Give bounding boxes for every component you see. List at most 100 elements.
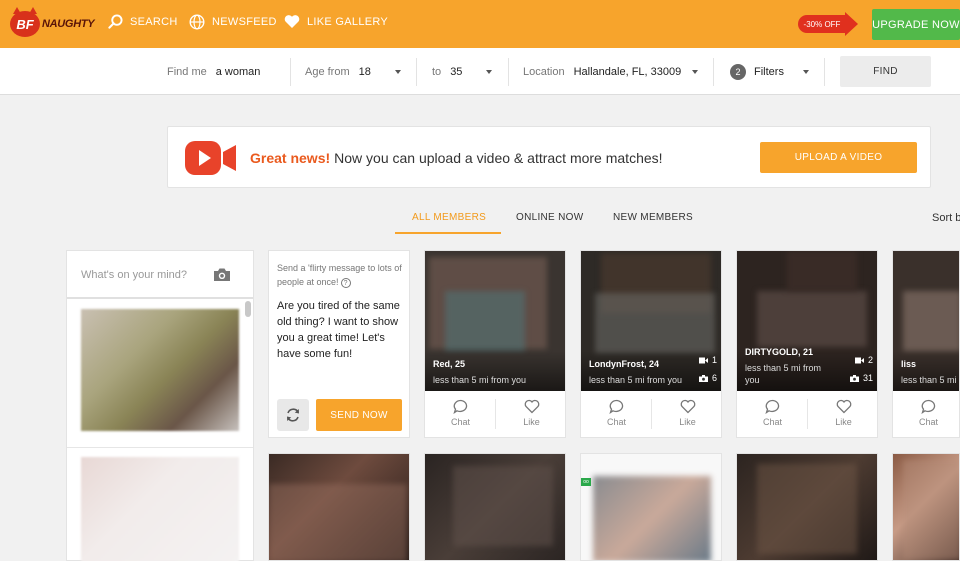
heart-icon <box>284 15 300 28</box>
location-select[interactable]: Location Hallandale, FL, 33009 <box>523 48 681 95</box>
tab-online-now[interactable]: ONLINE NOW <box>516 212 583 223</box>
search-filter-bar: Find me a woman Age from 18 to 35 Locati… <box>0 48 960 95</box>
video-icon <box>854 357 864 363</box>
send-now-button[interactable]: SEND NOW <box>316 399 402 431</box>
member-card[interactable] <box>268 453 410 561</box>
video-count-value: 2 <box>867 355 873 365</box>
nav-newsfeed[interactable]: NEWSFEED <box>189 14 277 30</box>
member-photo[interactable]: DIRTYGOLD, 21 less than 5 mi from you 2 … <box>737 251 877 391</box>
age-from-select[interactable]: Age from 18 <box>305 48 371 95</box>
member-card[interactable]: Red, 25 less than 5 mi from you Chat Lik… <box>424 250 566 438</box>
like-label: Like <box>679 417 696 427</box>
tab-all-members[interactable]: ALL MEMBERS <box>412 212 486 223</box>
help-icon[interactable]: ? <box>340 277 351 288</box>
member-name: LondynFrost, 24 <box>589 359 660 369</box>
like-button[interactable]: Like <box>496 399 565 427</box>
flirt-message-text: Are you tired of the same old thing? I w… <box>277 300 400 360</box>
search-icon <box>108 14 123 29</box>
member-card[interactable]: liss less than 5 mi Chat <box>892 250 960 438</box>
blurred-region <box>903 460 959 560</box>
whats-on-your-mind-input[interactable]: What's on your mind? <box>67 251 253 299</box>
divider <box>713 58 714 86</box>
divider <box>416 58 417 86</box>
chat-label: Chat <box>762 417 782 427</box>
blurred-region <box>593 476 711 560</box>
member-photo[interactable]: LondynFrost, 24 less than 5 mi from you … <box>581 251 721 391</box>
upgrade-now-button[interactable]: UPGRADE NOW <box>872 9 960 40</box>
age-to-select[interactable]: to 35 <box>432 48 462 95</box>
location-value: Hallandale, FL, 33009 <box>573 65 682 78</box>
arrow-right-icon <box>845 12 858 36</box>
chat-label: Chat <box>450 417 470 427</box>
member-card[interactable] <box>892 453 960 561</box>
card-actions: Chat <box>893 391 959 437</box>
logo-badge: BF <box>10 7 40 37</box>
chat-icon <box>452 399 467 414</box>
blurred-region <box>787 251 857 291</box>
member-distance: less than 5 mi from you <box>433 375 527 385</box>
refresh-icon <box>287 408 299 422</box>
chevron-down-icon <box>803 70 809 74</box>
feed-post-image[interactable] <box>81 309 239 431</box>
divider <box>290 58 291 86</box>
member-photo[interactable] <box>893 454 959 560</box>
chat-label: Chat <box>918 417 938 427</box>
discount-badge[interactable]: -30% OFF <box>798 12 858 36</box>
chat-button[interactable]: Chat <box>425 399 496 427</box>
sort-dropdown[interactable]: Sort b <box>932 212 960 224</box>
nav-search[interactable]: SEARCH <box>108 14 178 29</box>
filters-select[interactable]: 2 Filters <box>730 48 784 95</box>
photo-count-value: 6 <box>711 373 717 383</box>
flirt-message-card: Send a 'flirty message to lots of people… <box>268 250 410 438</box>
member-card[interactable]: DIRTYGOLD, 21 less than 5 mi from you 2 … <box>736 250 878 438</box>
tab-new-members[interactable]: NEW MEMBERS <box>613 212 693 223</box>
member-distance: less than 5 mi <box>901 375 957 385</box>
member-photo[interactable]: Red, 25 less than 5 mi from you <box>425 251 565 391</box>
member-name: liss <box>901 359 917 369</box>
photo-count-value: 31 <box>862 373 873 383</box>
camera-icon <box>698 374 708 382</box>
age-from-value: 18 <box>358 65 371 78</box>
member-card[interactable]: LondynFrost, 24 less than 5 mi from you … <box>580 250 722 438</box>
chat-icon <box>920 399 935 414</box>
member-card[interactable]: oo <box>580 453 722 561</box>
camera-icon[interactable] <box>213 267 231 282</box>
card-actions: Chat Like <box>425 391 565 437</box>
scrollbar[interactable] <box>245 301 251 317</box>
find-button[interactable]: FIND <box>840 56 931 87</box>
member-photo[interactable] <box>737 454 877 560</box>
filters-count-badge: 2 <box>730 63 746 80</box>
photo-count: 6 <box>698 373 717 383</box>
card-actions: Chat Like <box>581 391 721 437</box>
member-name: DIRTYGOLD, 21 <box>745 347 814 357</box>
member-photo[interactable]: oo <box>581 454 721 560</box>
member-photo[interactable] <box>269 454 409 560</box>
video-count: 2 <box>854 355 873 365</box>
banner-text: Now you can upload a video & attract mor… <box>334 150 663 166</box>
video-icon <box>698 357 708 363</box>
member-photo[interactable] <box>425 454 565 560</box>
feed-post-image[interactable] <box>81 457 239 561</box>
divider <box>824 58 825 86</box>
divider <box>508 58 509 86</box>
age-from-label: Age from <box>305 65 350 78</box>
age-to-value: 35 <box>450 65 463 78</box>
banner-highlight: Great news! <box>250 150 331 166</box>
blurred-region <box>453 466 553 546</box>
refresh-message-button[interactable] <box>277 399 309 431</box>
member-photo[interactable]: liss less than 5 mi <box>893 251 959 391</box>
video-count-value: 1 <box>711 355 717 365</box>
like-button[interactable]: Like <box>808 399 877 427</box>
chat-button[interactable]: Chat <box>737 399 808 427</box>
upload-video-button[interactable]: UPLOAD A VIDEO <box>760 142 917 173</box>
chat-button[interactable]: Chat <box>893 399 959 427</box>
camera-icon <box>849 374 859 382</box>
member-card[interactable] <box>424 453 566 561</box>
like-button[interactable]: Like <box>652 399 721 427</box>
member-card[interactable] <box>736 453 878 561</box>
upload-video-banner: Great news! Now you can upload a video & … <box>167 126 931 188</box>
site-logo[interactable]: BF NAUGHTY <box>10 7 95 38</box>
nav-like-gallery[interactable]: LIKE GALLERY <box>284 14 388 29</box>
find-me-select[interactable]: Find me a woman <box>167 48 260 95</box>
chat-button[interactable]: Chat <box>581 399 652 427</box>
